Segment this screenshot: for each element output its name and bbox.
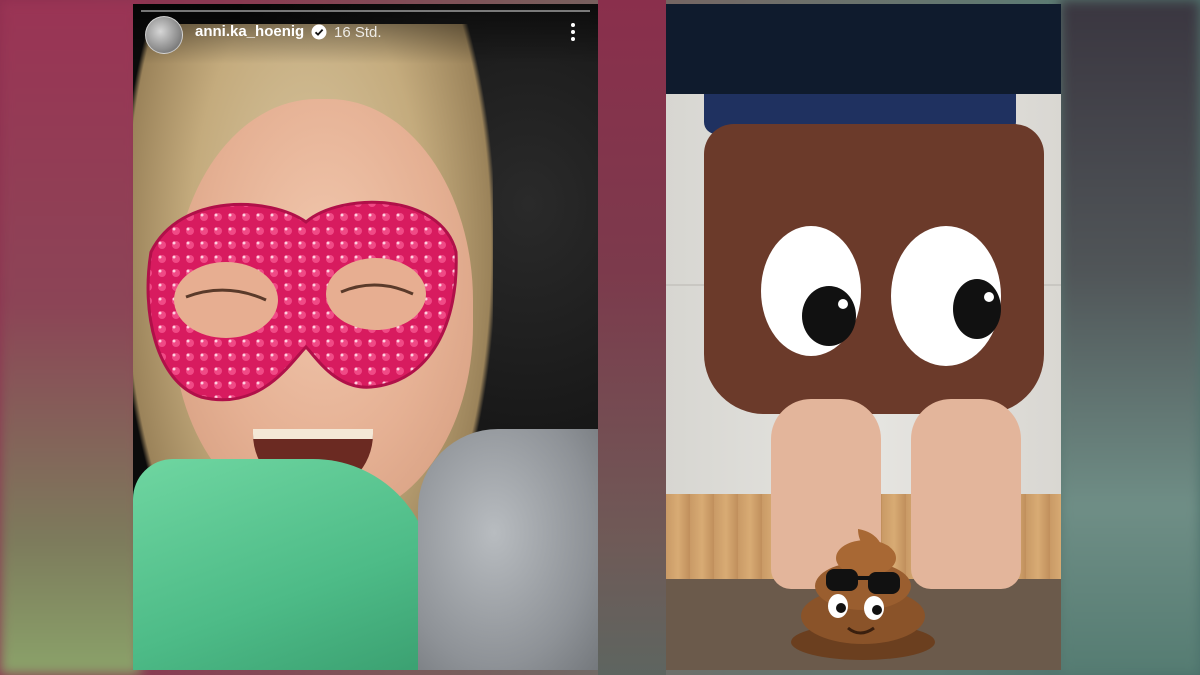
story-username[interactable]: anni.ka_hoenig [195,23,304,40]
story-timestamp: 16 Std. [334,24,382,41]
verified-badge-icon [311,24,327,40]
avatar[interactable] [145,16,183,54]
photo-panel [666,4,1061,670]
poop-sunglasses-sticker-icon [791,529,935,660]
story-progress-bar [141,10,590,12]
glint-right [984,292,994,302]
glint-left [838,299,848,309]
pupil-left [802,286,856,346]
background-blur-left [0,0,140,675]
more-options-icon[interactable] [565,20,581,46]
pupil-right [953,279,1001,339]
story-green-sweater [133,459,433,670]
background-divider [598,0,666,675]
background-blur-right [1060,0,1200,675]
story-header: anni.ka_hoenig 16 Std. [133,4,598,64]
gel-eye-mask [146,200,458,402]
story-panel[interactable]: anni.ka_hoenig 16 Std. [133,4,598,670]
story-grey-cardigan [418,429,598,670]
